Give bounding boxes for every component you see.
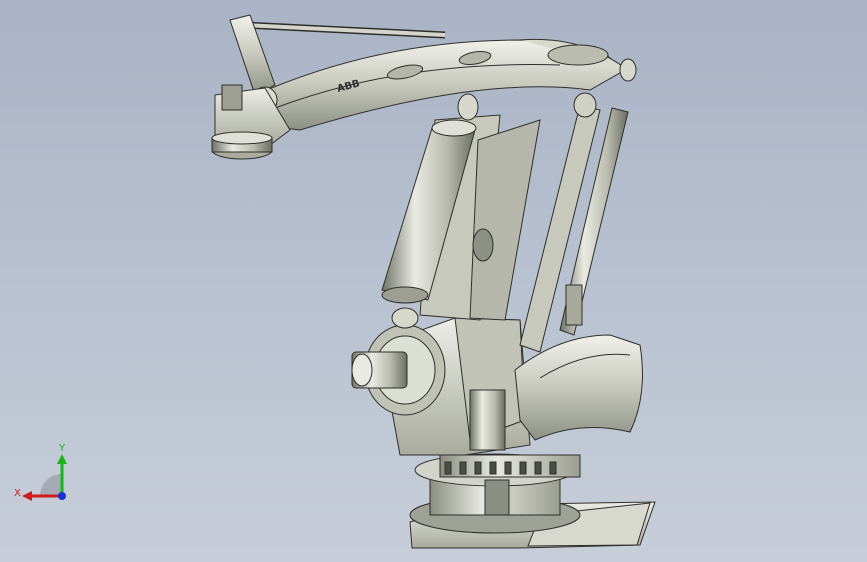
x-axis-label: X xyxy=(14,488,21,499)
axis-triad: Y X xyxy=(14,443,67,501)
rear-counterweight xyxy=(514,334,643,441)
lower-arm xyxy=(381,114,541,321)
z-axis-dot xyxy=(58,492,66,500)
upper-arm: ABB xyxy=(244,21,637,131)
robot-model-3d[interactable]: ABB xyxy=(0,0,867,562)
y-axis-label: Y xyxy=(58,443,66,454)
cad-viewport[interactable]: ABB Y X xyxy=(0,0,867,562)
rotary-base xyxy=(409,453,581,534)
left-joint-motor xyxy=(351,307,446,416)
